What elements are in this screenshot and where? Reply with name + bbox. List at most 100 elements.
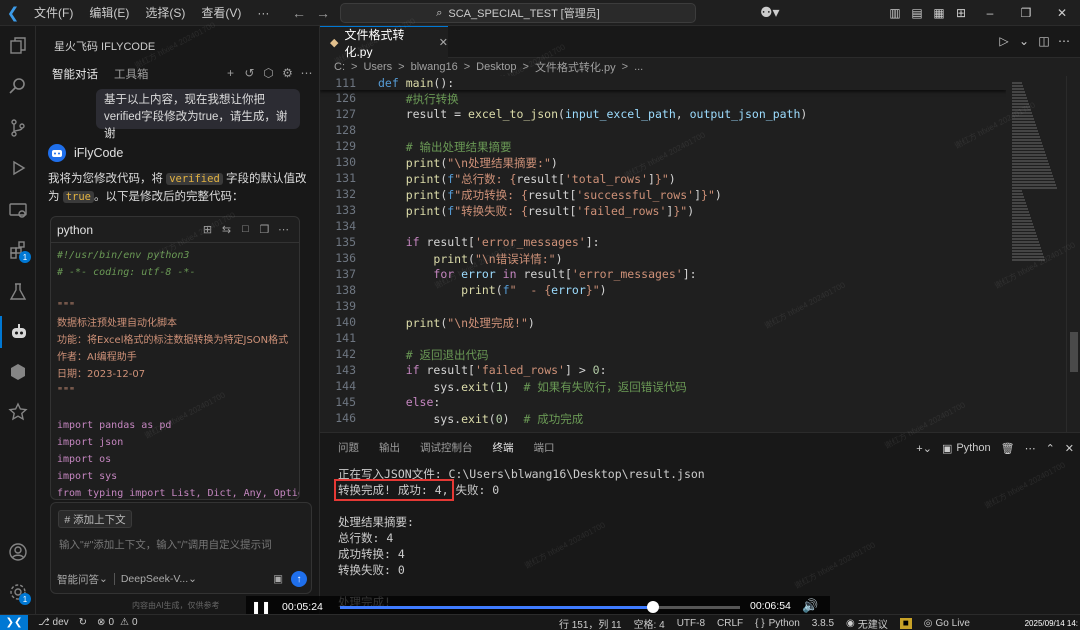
run-debug-icon[interactable] — [0, 152, 36, 184]
copilot-icon[interactable]: ⚉▾ — [760, 4, 780, 21]
terminal-more-icon[interactable]: ⋯ — [1025, 442, 1036, 455]
new-chat-icon[interactable]: + — [221, 66, 240, 80]
error-count[interactable]: 0 — [108, 617, 114, 628]
encoding[interactable]: UTF-8 — [677, 618, 705, 629]
video-progress-bar[interactable] — [340, 601, 740, 613]
menu-edit[interactable]: 编辑(E) — [81, 0, 137, 26]
breadcrumb-item[interactable]: Users — [363, 61, 392, 73]
breadcrumb-item[interactable]: ... — [634, 61, 643, 73]
tab-toolbox[interactable]: 工具箱 — [114, 66, 149, 82]
extension-cube-icon[interactable] — [0, 356, 36, 388]
breadcrumb-item[interactable]: C: — [334, 61, 345, 73]
inline-code-verified: verified — [166, 173, 223, 185]
shield-icon[interactable]: ⬡ — [259, 66, 278, 80]
minimap[interactable] — [1006, 76, 1066, 432]
volume-icon[interactable]: 🔊 — [802, 598, 818, 614]
menu-more[interactable]: ··· — [249, 0, 277, 26]
terminal-shell-icon: ▣ — [941, 442, 953, 455]
pause-button[interactable]: ❚❚ — [246, 600, 276, 614]
editor-more-icon[interactable]: ⋯ — [1054, 34, 1074, 48]
extension-status-icon[interactable]: ■ — [899, 617, 912, 629]
settings-gear-icon[interactable]: ⚙ — [278, 66, 297, 80]
send-button[interactable]: ↑ — [291, 571, 307, 587]
breadcrumb-item[interactable]: 文件格式转化.py — [535, 59, 616, 75]
warning-icon[interactable]: ⚠ — [120, 617, 129, 628]
history-icon[interactable]: ↺ — [240, 66, 259, 80]
source-control-icon[interactable] — [0, 112, 36, 144]
model-selector[interactable]: DeepSeek-V... — [121, 573, 188, 585]
iflycode-robot-icon[interactable] — [0, 316, 36, 348]
minimap-line — [1012, 244, 1040, 246]
split-editor-icon[interactable]: ◫ — [1034, 34, 1054, 48]
new-terminal-icon[interactable]: +⌄ — [916, 442, 932, 455]
tab-terminal[interactable]: 终端 — [492, 433, 514, 463]
iflycode-avatar-icon — [48, 144, 66, 162]
video-progress-knob[interactable] — [647, 601, 660, 613]
branch-icon[interactable]: ⎇ — [38, 617, 50, 628]
close-panel-icon[interactable]: ✕ — [1065, 442, 1074, 455]
layout-panel-icon[interactable]: ▤ — [906, 6, 928, 20]
scrollbar-thumb[interactable] — [1070, 332, 1078, 372]
copy-icon[interactable]: ❐ — [255, 223, 274, 236]
run-dropdown-icon[interactable]: ⌄ — [1014, 34, 1034, 48]
end-of-line[interactable]: CRLF — [717, 618, 743, 629]
warning-count[interactable]: 0 — [132, 617, 138, 628]
breadcrumb-item[interactable]: Desktop — [476, 61, 516, 73]
back-arrow-icon[interactable]: ← — [288, 5, 310, 21]
command-center[interactable]: ⌕ SCA_SPECIAL_TEST [管理员] — [340, 3, 696, 23]
git-branch[interactable]: dev — [53, 617, 69, 628]
tab-output[interactable]: 输出 — [379, 433, 400, 463]
braces-icon[interactable]: { } — [755, 618, 764, 629]
insert-code-icon[interactable]: ⊞ — [198, 223, 217, 236]
menu-file[interactable]: 文件(F) — [26, 0, 81, 26]
editor-tab-file[interactable]: ◆ 文件格式转化.py ✕ — [320, 26, 448, 59]
indentation[interactable]: 空格: 4 — [634, 616, 665, 630]
python-version[interactable]: 3.8.5 — [812, 618, 834, 629]
add-context-button[interactable]: # 添加上下文 — [58, 510, 132, 528]
cursor-position[interactable]: 行 151，列 11 — [559, 616, 622, 630]
tab-smart-chat[interactable]: 智能对话 — [52, 66, 98, 82]
no-suggestion[interactable]: 无建议 — [858, 616, 888, 630]
menu-view[interactable]: 查看(V) — [193, 0, 249, 26]
chat-input[interactable] — [59, 535, 303, 555]
close-window-button[interactable]: ✕ — [1044, 6, 1080, 20]
trash-icon[interactable]: 🗑 — [1001, 442, 1015, 455]
forward-arrow-icon[interactable]: → — [312, 5, 334, 21]
testing-flask-icon[interactable] — [0, 276, 36, 308]
menu-selection[interactable]: 选择(S) — [137, 0, 193, 26]
mode-selector[interactable]: 智能问答 — [57, 572, 99, 587]
tab-ports[interactable]: 端口 — [534, 433, 555, 463]
run-file-icon[interactable]: ▷ — [994, 34, 1014, 48]
terminal-shell-label[interactable]: Python — [956, 442, 990, 454]
minimize-button[interactable]: – — [972, 6, 1008, 20]
maximize-panel-icon[interactable]: ⌃ — [1046, 442, 1055, 455]
extension-star-icon[interactable] — [0, 396, 36, 428]
sticky-scroll[interactable]: 111 def main(): — [320, 76, 1006, 90]
remote-explorer-icon[interactable] — [0, 194, 36, 226]
manage-gear-icon[interactable]: 1 — [0, 576, 36, 608]
tab-debug-console[interactable]: 调试控制台 — [420, 433, 473, 463]
tab-problems[interactable]: 问题 — [338, 433, 359, 463]
code-editor[interactable]: 111 def main(): 126 #执行转换 127 result = ex… — [320, 76, 1006, 432]
new-file-icon[interactable]: □ — [236, 223, 255, 236]
layout-sidebar-icon[interactable]: ▥ — [884, 6, 906, 20]
diff-icon[interactable]: ⇆ — [217, 223, 236, 236]
sync-icon[interactable]: ↻ — [79, 617, 87, 628]
extensions-icon[interactable]: 1 — [0, 234, 36, 266]
editor-scrollbar[interactable] — [1066, 76, 1080, 432]
restore-button[interactable]: ❐ — [1008, 6, 1044, 20]
more-icon[interactable]: ⋯ — [297, 66, 316, 80]
go-live-button[interactable]: Go Live — [936, 618, 970, 629]
search-icon[interactable] — [0, 70, 36, 102]
language-mode[interactable]: Python — [769, 618, 800, 629]
image-upload-icon[interactable]: ▣ — [273, 573, 283, 585]
explorer-icon[interactable] — [0, 30, 36, 62]
more-code-icon[interactable]: ⋯ — [274, 223, 293, 236]
error-icon[interactable]: ⊗ — [97, 617, 105, 628]
remote-indicator-icon[interactable]: ❯❮ — [0, 614, 28, 630]
account-icon[interactable] — [0, 536, 36, 568]
layout-customize-icon[interactable]: ⊞ — [950, 6, 972, 20]
close-tab-icon[interactable]: ✕ — [439, 36, 448, 49]
breadcrumb-item[interactable]: blwang16 — [411, 61, 458, 73]
layout-secondary-icon[interactable]: ▦ — [928, 6, 950, 20]
